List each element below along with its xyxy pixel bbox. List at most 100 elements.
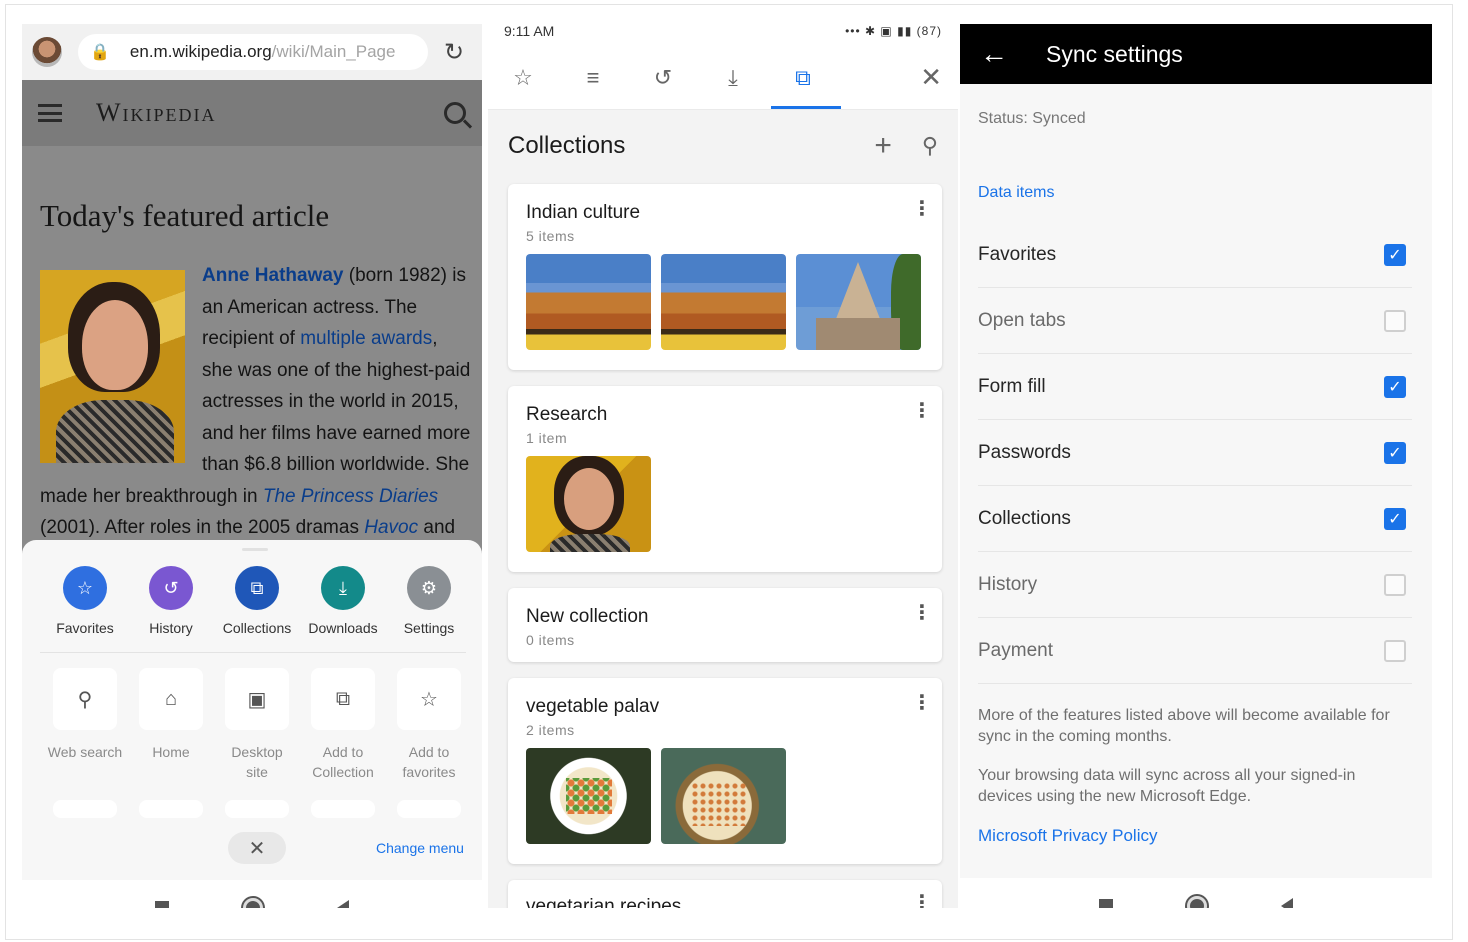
- article-link-awards[interactable]: multiple awards: [300, 328, 432, 349]
- sync-item-history[interactable]: History: [978, 552, 1412, 618]
- menu-favorites-button[interactable]: ☆ Favorites: [42, 566, 128, 636]
- sync-info-note: More of the features listed above will b…: [978, 707, 1390, 745]
- checkbox-checked[interactable]: ✓: [1384, 507, 1406, 530]
- article-text: made her breakthrough in: [40, 485, 263, 507]
- more-options-icon[interactable]: ⋮: [912, 401, 932, 421]
- hamburger-menu-icon[interactable]: [38, 104, 62, 122]
- collection-card[interactable]: vegetarian recipes ⋮: [508, 880, 942, 908]
- tab-favorites-star-icon[interactable]: ☆: [488, 65, 558, 91]
- reload-icon[interactable]: ↻: [444, 38, 464, 67]
- article-text: actresses in the world in 2015,: [202, 391, 459, 412]
- article-text: (born 1982) is: [343, 265, 466, 286]
- wikipedia-logo[interactable]: Wikipedia: [96, 98, 217, 128]
- read-aloud-icon: [225, 800, 289, 818]
- checkbox-unchecked[interactable]: [1384, 573, 1406, 596]
- menu-downloads-button[interactable]: ⤓ Downloads: [300, 566, 386, 636]
- menu-home-button[interactable]: ⌂ Home: [128, 668, 214, 782]
- menu-label: Settings: [403, 620, 455, 636]
- search-icon[interactable]: ⚲: [922, 133, 938, 159]
- url-field[interactable]: 🔒 en.m.wikipedia.org/wiki/Main_Page: [78, 34, 428, 70]
- article-link-name[interactable]: Anne Hathaway: [202, 265, 343, 286]
- portrait-thumbnail[interactable]: [526, 456, 651, 552]
- collection-card[interactable]: New collection 0 items ⋮: [508, 588, 942, 662]
- checkbox-checked[interactable]: ✓: [1384, 441, 1406, 464]
- menu-desktop-site-button[interactable]: ▣ Desktop site: [214, 668, 300, 782]
- tab-collections-icon[interactable]: ⧉: [768, 65, 838, 91]
- sync-item-collections[interactable]: Collections ✓: [978, 486, 1412, 552]
- collection-card[interactable]: Research 1 item ⋮: [508, 386, 942, 572]
- sync-item-label: Favorites: [978, 243, 1057, 265]
- close-menu-button[interactable]: ✕: [228, 832, 286, 864]
- collection-count: 5 items: [526, 228, 575, 244]
- home-icon: ⌂: [139, 668, 203, 730]
- food-thumbnail[interactable]: [526, 748, 651, 844]
- search-icon: ⚲: [53, 668, 117, 730]
- menu-collections-button[interactable]: ⧉ Collections: [214, 566, 300, 636]
- sync-item-payment[interactable]: Payment: [978, 618, 1412, 684]
- palace-thumbnail[interactable]: [661, 254, 786, 350]
- featured-article-heading: Today's featured article: [40, 198, 330, 233]
- menu-add-to-favorites-button[interactable]: ☆ Add to favorites: [386, 668, 472, 782]
- food-thumbnail[interactable]: [661, 748, 786, 844]
- sync-settings-header: ← Sync settings: [960, 24, 1432, 84]
- menu-tile[interactable]: [386, 800, 472, 818]
- sync-info-note: Your browsing data will sync across all …: [978, 767, 1356, 805]
- add-collection-icon[interactable]: +: [874, 129, 892, 163]
- sync-item-passwords[interactable]: Passwords ✓: [978, 420, 1412, 486]
- menu-web-search-button[interactable]: ⚲ Web search: [42, 668, 128, 782]
- collection-title: Research: [526, 404, 608, 425]
- palace-thumbnail[interactable]: [526, 254, 651, 350]
- collection-count: 0 items: [526, 632, 575, 648]
- checkbox-unchecked[interactable]: [1384, 309, 1406, 332]
- article-link-princess-diaries[interactable]: The Princess Diaries: [263, 486, 438, 507]
- menu-tile[interactable]: [128, 800, 214, 818]
- article-text: an American actress. The: [202, 296, 418, 318]
- sync-item-form-fill[interactable]: Form fill ✓: [978, 354, 1412, 420]
- back-nav-icon[interactable]: [337, 900, 349, 908]
- menu-label: Add to favorites: [402, 744, 456, 780]
- sync-item-open-tabs[interactable]: Open tabs: [978, 288, 1412, 354]
- sheet-drag-handle[interactable]: [242, 548, 268, 551]
- collection-card[interactable]: Indian culture 5 items ⋮: [508, 184, 942, 370]
- back-arrow-icon[interactable]: ←: [980, 38, 1008, 70]
- menu-label: Collections: [222, 620, 292, 636]
- article-text: and her films have earned more: [202, 422, 471, 444]
- menu-tile[interactable]: [214, 800, 300, 818]
- profile-avatar[interactable]: [32, 37, 62, 67]
- menu-label: Web search: [47, 744, 123, 760]
- menu-tile[interactable]: [300, 800, 386, 818]
- tab-downloads-icon[interactable]: ⤓: [698, 65, 768, 91]
- more-options-icon[interactable]: ⋮: [912, 693, 932, 713]
- collection-title: vegetarian recipes: [526, 896, 682, 908]
- menu-add-to-collection-button[interactable]: ⧉ Add to Collection: [300, 668, 386, 782]
- checkbox-unchecked[interactable]: [1384, 639, 1406, 662]
- privacy-policy-link[interactable]: Microsoft Privacy Policy: [978, 826, 1157, 846]
- recents-icon[interactable]: [155, 901, 169, 908]
- menu-settings-button[interactable]: ⚙ Settings: [386, 566, 472, 636]
- tab-reading-list-icon[interactable]: ≡: [558, 65, 628, 91]
- tab-history-icon[interactable]: ↺: [628, 65, 698, 91]
- recents-icon[interactable]: [1099, 899, 1113, 908]
- search-icon[interactable]: [444, 102, 466, 124]
- article-link-havoc[interactable]: Havoc: [364, 517, 418, 538]
- close-icon[interactable]: ✕: [920, 62, 942, 93]
- more-options-icon[interactable]: ⋮: [912, 893, 932, 908]
- menu-tile[interactable]: [42, 800, 128, 818]
- menu-label: Home: [152, 744, 190, 760]
- home-nav-icon[interactable]: [243, 898, 263, 908]
- temple-thumbnail[interactable]: [796, 254, 921, 350]
- menu-label: Favorites: [56, 620, 114, 636]
- desktop-icon: ▣: [225, 668, 289, 730]
- sync-item-favorites[interactable]: Favorites ✓: [978, 222, 1412, 288]
- menu-history-button[interactable]: ↺ History: [128, 566, 214, 636]
- more-options-icon[interactable]: ⋮: [912, 199, 932, 219]
- checkbox-checked[interactable]: ✓: [1384, 375, 1406, 398]
- browser-menu-sheet: ☆ Favorites ↺ History ⧉ Collections ⤓ Do…: [22, 540, 482, 880]
- collection-card[interactable]: vegetable palav 2 items ⋮: [508, 678, 942, 864]
- back-nav-icon[interactable]: [1281, 898, 1293, 908]
- clock: 9:11 AM: [504, 23, 555, 39]
- change-menu-link[interactable]: Change menu: [376, 840, 464, 856]
- more-options-icon[interactable]: ⋮: [912, 603, 932, 623]
- checkbox-checked[interactable]: ✓: [1384, 243, 1406, 266]
- home-nav-icon[interactable]: [1187, 896, 1207, 908]
